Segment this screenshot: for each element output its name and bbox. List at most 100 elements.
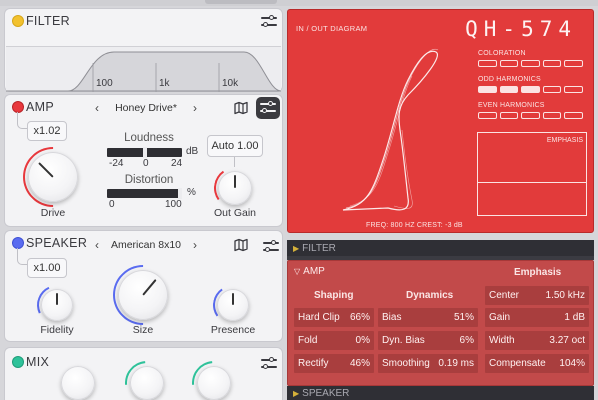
rectify-value: 46% <box>349 358 370 369</box>
distortion-meter[interactable] <box>107 188 182 199</box>
mix-knob-3[interactable] <box>197 366 231 400</box>
mix-panel: MIX <box>4 347 283 400</box>
filter-tick-100: 100 <box>96 78 113 89</box>
coloration-seg-4 <box>542 60 561 67</box>
amp-detail-header[interactable]: ▽ AMP <box>294 266 325 277</box>
rectify-row[interactable]: Rectify 46% <box>294 354 374 373</box>
filter-title: FILTER <box>26 14 70 28</box>
inout-display: IN / OUT DIAGRAM QH-574 COLORATION ODD H… <box>287 9 594 233</box>
gain-row[interactable]: Gain 1 dB <box>485 308 589 327</box>
amp-preset-next-icon[interactable]: › <box>188 101 202 115</box>
loudness-unit: dB <box>186 146 199 157</box>
dynamics-header: Dynamics <box>406 290 454 301</box>
top-tab-handle[interactable] <box>205 0 277 4</box>
hardclip-name: Hard Clip <box>298 312 340 323</box>
presence-label: Presence <box>210 324 256 336</box>
compensate-row[interactable]: Compensate 104% <box>485 354 589 373</box>
emphasis-label: EMPHASIS <box>546 137 583 144</box>
loudness-meter[interactable] <box>107 147 182 158</box>
amp-gain-box[interactable]: x1.02 <box>27 121 67 141</box>
coloration-seg-5 <box>564 60 583 67</box>
odd-seg-5 <box>564 86 583 93</box>
mix-knob-1[interactable] <box>61 366 95 400</box>
compensate-name: Compensate <box>489 358 546 369</box>
amp-preset-selector[interactable]: ‹ Honey Drive* › <box>90 98 202 118</box>
coloration-segments[interactable] <box>478 60 583 67</box>
even-seg-2 <box>499 112 518 119</box>
loudness-tick-max: 24 <box>171 158 183 169</box>
size-knob[interactable] <box>118 270 168 320</box>
drive-knob[interactable] <box>28 152 78 202</box>
odd-harmonics-label: ODD HARMONICS <box>478 76 541 83</box>
filter-panel: FILTER 100 1k 10k <box>4 8 283 92</box>
fold-row[interactable]: Fold 0% <box>294 331 374 350</box>
emphasis-graph[interactable]: EMPHASIS <box>477 132 587 216</box>
speaker-gain-box[interactable]: x1.00 <box>27 258 67 278</box>
coloration-seg-2 <box>499 60 518 67</box>
mix-led-icon[interactable] <box>13 357 23 367</box>
hardclip-row[interactable]: Hard Clip 66% <box>294 308 374 327</box>
mix-knob-2[interactable] <box>130 366 164 400</box>
distortion-tick-max: 100 <box>165 199 182 210</box>
auto-gain-box[interactable]: Auto 1.00 <box>207 135 263 157</box>
width-name: Width <box>489 335 515 346</box>
center-name: Center <box>489 290 520 301</box>
filter-strip[interactable]: ▶ FILTER <box>287 240 594 256</box>
loudness-label: Loudness <box>124 132 174 144</box>
presence-knob[interactable] <box>217 289 249 321</box>
speaker-led-icon[interactable] <box>13 238 23 248</box>
outgain-arc <box>210 163 260 213</box>
window-top-bar <box>0 0 598 6</box>
odd-seg-1 <box>478 86 497 93</box>
loudness-handle[interactable] <box>143 147 147 158</box>
even-seg-3 <box>521 112 540 119</box>
amp-connector <box>17 112 27 129</box>
loudness-tick-min: -24 <box>109 158 124 169</box>
filter-settings-icon[interactable] <box>261 15 277 29</box>
gain-value: 1 dB <box>564 312 585 323</box>
amp-settings-button[interactable] <box>256 97 280 119</box>
center-row[interactable]: Center 1.50 kHz <box>485 286 589 305</box>
even-harmonics-segments[interactable] <box>478 112 583 119</box>
compensate-value: 104% <box>559 358 585 369</box>
amp-map-icon[interactable] <box>234 101 248 115</box>
even-seg-1 <box>478 112 497 119</box>
center-value: 1.50 kHz <box>545 290 585 301</box>
rectify-name: Rectify <box>298 358 329 369</box>
fidelity-knob[interactable] <box>41 289 73 321</box>
speaker-settings-icon[interactable] <box>263 240 279 254</box>
filter-response-graph[interactable]: 100 1k 10k <box>6 46 282 92</box>
speaker-connector <box>17 248 27 265</box>
speaker-strip-expand-icon: ▶ <box>293 388 300 398</box>
amp-preset-prev-icon[interactable]: ‹ <box>90 101 104 115</box>
filter-led-icon[interactable] <box>13 16 23 26</box>
emphasis-curve <box>478 182 586 183</box>
speaker-preset-selector[interactable]: ‹ American 8x10 › <box>90 235 202 255</box>
speaker-strip[interactable]: ▶ SPEAKER <box>287 386 594 400</box>
shaping-header: Shaping <box>314 290 354 301</box>
size-label: Size <box>132 324 154 336</box>
distortion-label: Distortion <box>124 174 174 186</box>
odd-harmonics-segments[interactable] <box>478 86 583 93</box>
distortion-unit: % <box>187 187 196 198</box>
drive-label: Drive <box>40 207 66 219</box>
bias-row[interactable]: Bias 51% <box>378 308 478 327</box>
speaker-preset-next-icon[interactable]: › <box>188 238 202 252</box>
speaker-preset-prev-icon[interactable]: ‹ <box>90 238 104 252</box>
distortion-handle[interactable] <box>178 188 182 199</box>
filter-strip-label: FILTER <box>302 242 336 254</box>
dynbias-row[interactable]: Dyn. Bias 6% <box>378 331 478 350</box>
speaker-map-icon[interactable] <box>234 238 248 252</box>
even-seg-5 <box>564 112 583 119</box>
smoothing-row[interactable]: Smoothing 0.19 ms <box>378 354 478 373</box>
amp-led-icon[interactable] <box>13 102 23 112</box>
smoothing-value: 0.19 ms <box>438 358 474 369</box>
amp-panel: AMP x1.02 ‹ Honey Drive* › Drive Loudnes… <box>4 94 283 227</box>
mix-settings-icon[interactable] <box>261 357 277 371</box>
bias-name: Bias <box>382 312 402 323</box>
outgain-label: Out Gain <box>213 207 257 219</box>
amp-preset-name: Honey Drive* <box>115 102 177 114</box>
gain-name: Gain <box>489 312 511 323</box>
size-knob-pointer <box>142 279 157 296</box>
width-row[interactable]: Width 3.27 oct <box>485 331 589 350</box>
